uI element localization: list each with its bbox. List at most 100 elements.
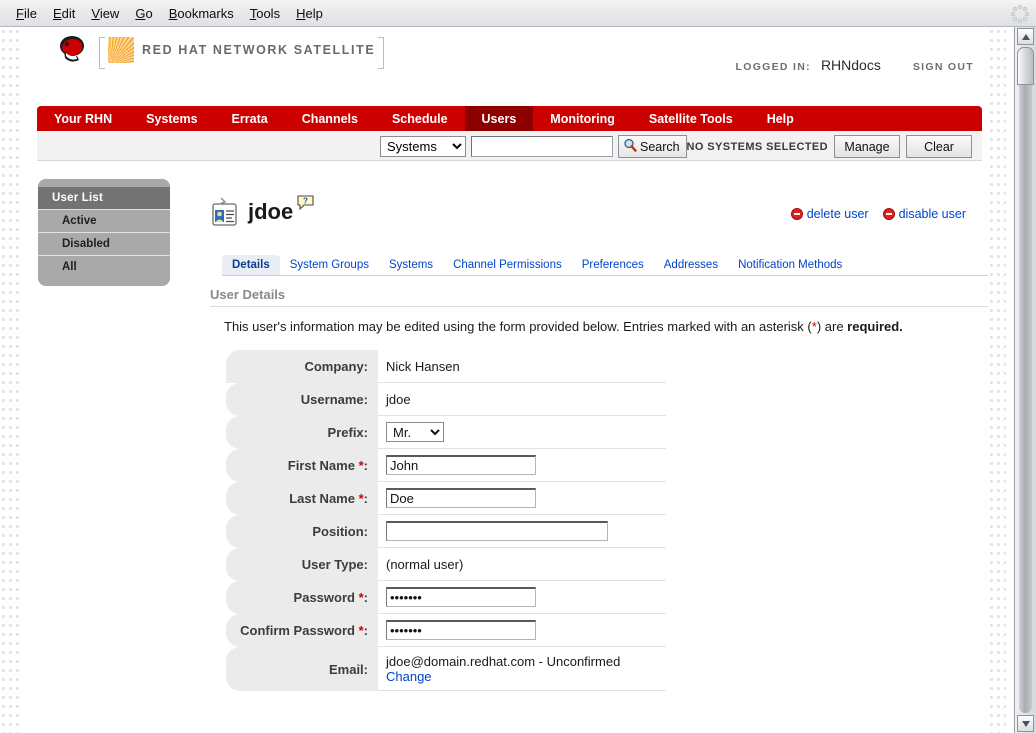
detail-tabs: DetailsSystem GroupsSystemsChannel Permi… bbox=[222, 253, 988, 276]
label-first-name: First Name *: bbox=[226, 449, 378, 482]
search-input[interactable] bbox=[471, 136, 613, 157]
tab-channel-permissions[interactable]: Channel Permissions bbox=[443, 255, 572, 275]
menu-view[interactable]: View bbox=[83, 4, 127, 23]
value-first-name bbox=[378, 449, 666, 482]
value-last-name bbox=[378, 482, 666, 515]
menu-tools[interactable]: Tools bbox=[242, 4, 288, 23]
label-username: Username: bbox=[226, 383, 378, 416]
search-group: Systems Search bbox=[380, 135, 687, 158]
search-toolbar: Systems Search No Systems Selected Manag… bbox=[37, 131, 982, 161]
nav-tab-schedule[interactable]: Schedule bbox=[375, 106, 465, 131]
last-name-colon: : bbox=[364, 491, 368, 506]
site-header: RED HAT NETWORK SATELLITE Logged in: RHN… bbox=[22, 27, 988, 75]
menu-help[interactable]: Help bbox=[288, 4, 331, 23]
brand-logo-area[interactable]: RED HAT NETWORK SATELLITE bbox=[55, 33, 384, 66]
disable-user-link[interactable]: disable user bbox=[883, 207, 966, 221]
last-name-input[interactable] bbox=[386, 488, 536, 508]
value-email: jdoe@domain.redhat.com - Unconfirmed Cha… bbox=[378, 647, 666, 691]
section-title: User Details bbox=[210, 287, 988, 307]
nav-tab-monitoring[interactable]: Monitoring bbox=[533, 106, 632, 131]
row-password: Password *: bbox=[226, 581, 666, 614]
label-confirm-password: Confirm Password *: bbox=[226, 614, 378, 647]
brand-text: RED HAT NETWORK SATELLITE bbox=[142, 43, 375, 57]
menu-edit[interactable]: Edit bbox=[45, 4, 83, 23]
sign-out-link[interactable]: Sign Out bbox=[913, 61, 974, 73]
tab-details[interactable]: Details bbox=[222, 255, 280, 275]
logged-in-user: RHNdocs bbox=[821, 57, 881, 73]
nav-tab-channels[interactable]: Channels bbox=[285, 106, 375, 131]
position-input[interactable] bbox=[386, 521, 608, 541]
label-first-name-text: First Name bbox=[288, 458, 355, 473]
selection-status: No Systems Selected bbox=[687, 141, 828, 153]
row-confirm-password: Confirm Password *: bbox=[226, 614, 666, 647]
search-button[interactable]: Search bbox=[618, 135, 687, 158]
satellite-square-icon bbox=[108, 37, 134, 63]
tab-system-groups[interactable]: System Groups bbox=[280, 255, 379, 275]
sidebar-items: ActiveDisabledAll bbox=[38, 209, 170, 278]
browser-menubar: File Edit View Go Bookmarks Tools Help bbox=[0, 0, 1036, 27]
label-prefix: Prefix: bbox=[226, 416, 378, 449]
nav-tab-satellite-tools[interactable]: Satellite Tools bbox=[632, 106, 750, 131]
value-user-type: (normal user) bbox=[378, 548, 666, 581]
tab-notification-methods[interactable]: Notification Methods bbox=[728, 255, 852, 275]
manage-button[interactable]: Manage bbox=[834, 135, 900, 158]
value-position bbox=[378, 515, 666, 548]
value-username: jdoe bbox=[378, 383, 666, 416]
menubar-items: File Edit View Go Bookmarks Tools Help bbox=[8, 0, 331, 26]
intro-part-a: This user's information may be edited us… bbox=[224, 319, 812, 334]
nav-tab-your-rhn[interactable]: Your RHN bbox=[37, 106, 129, 131]
value-confirm-password bbox=[378, 614, 666, 647]
tab-addresses[interactable]: Addresses bbox=[654, 255, 728, 275]
scrollbar-thumb[interactable] bbox=[1017, 47, 1034, 85]
label-email: Email: bbox=[226, 647, 378, 691]
value-company: Nick Hansen bbox=[378, 350, 666, 383]
row-position: Position: bbox=[226, 515, 666, 548]
sidebar-item-all[interactable]: All bbox=[38, 255, 170, 278]
scroll-down-arrow-icon[interactable] bbox=[1017, 715, 1034, 732]
row-prefix: Prefix: Mr.Mrs.Ms.Dr.Hr.Sr. bbox=[226, 416, 666, 449]
user-action-links: delete user disable user bbox=[791, 207, 966, 221]
prefix-select[interactable]: Mr.Mrs.Ms.Dr.Hr.Sr. bbox=[386, 422, 444, 442]
help-bubble-icon[interactable]: ? bbox=[297, 195, 314, 210]
sidebar-item-disabled[interactable]: Disabled bbox=[38, 232, 170, 255]
tab-preferences[interactable]: Preferences bbox=[572, 255, 654, 275]
vertical-scrollbar[interactable] bbox=[1014, 27, 1036, 733]
search-button-label: Search bbox=[640, 140, 680, 154]
confirm-password-input[interactable] bbox=[386, 620, 536, 640]
tab-systems[interactable]: Systems bbox=[379, 255, 443, 275]
row-company: Company: Nick Hansen bbox=[226, 350, 666, 383]
menu-file[interactable]: File bbox=[8, 4, 45, 23]
nav-tab-help[interactable]: Help bbox=[750, 106, 811, 131]
row-first-name: First Name *: bbox=[226, 449, 666, 482]
delete-user-link[interactable]: delete user bbox=[791, 207, 869, 221]
red-hat-shadowman-logo bbox=[55, 33, 89, 66]
menu-go[interactable]: Go bbox=[127, 4, 160, 23]
password-input[interactable] bbox=[386, 587, 536, 607]
label-password-text: Password bbox=[294, 590, 355, 605]
scrollbar-track[interactable] bbox=[1019, 85, 1032, 713]
email-address: jdoe@domain.redhat.com - Unconfirmed bbox=[386, 654, 620, 669]
value-prefix: Mr.Mrs.Ms.Dr.Hr.Sr. bbox=[378, 416, 666, 449]
nav-tab-systems[interactable]: Systems bbox=[129, 106, 214, 131]
primary-nav: Your RHNSystemsErrataChannelsScheduleUse… bbox=[37, 106, 982, 131]
label-position: Position: bbox=[226, 515, 378, 548]
page-title: jdoe bbox=[248, 199, 293, 225]
value-password bbox=[378, 581, 666, 614]
nav-tab-errata[interactable]: Errata bbox=[215, 106, 285, 131]
search-scope-select[interactable]: Systems bbox=[380, 136, 466, 157]
row-username: Username: jdoe bbox=[226, 383, 666, 416]
intro-text: This user's information may be edited us… bbox=[224, 319, 964, 334]
first-name-input[interactable] bbox=[386, 455, 536, 475]
nav-tab-users[interactable]: Users bbox=[465, 106, 534, 131]
sidebar-header: User List bbox=[38, 187, 170, 209]
action-link-label: delete user bbox=[807, 207, 869, 221]
deny-circle-icon bbox=[791, 208, 803, 220]
brand-box: RED HAT NETWORK SATELLITE bbox=[99, 37, 384, 63]
main-content: jdoe ? delete userdisable user DetailsSy… bbox=[192, 177, 982, 219]
scroll-up-arrow-icon[interactable] bbox=[1017, 28, 1034, 45]
menu-bookmarks[interactable]: Bookmarks bbox=[161, 4, 242, 23]
label-password: Password *: bbox=[226, 581, 378, 614]
clear-button[interactable]: Clear bbox=[906, 135, 972, 158]
email-change-link[interactable]: Change bbox=[386, 669, 432, 684]
sidebar-item-active[interactable]: Active bbox=[38, 209, 170, 232]
